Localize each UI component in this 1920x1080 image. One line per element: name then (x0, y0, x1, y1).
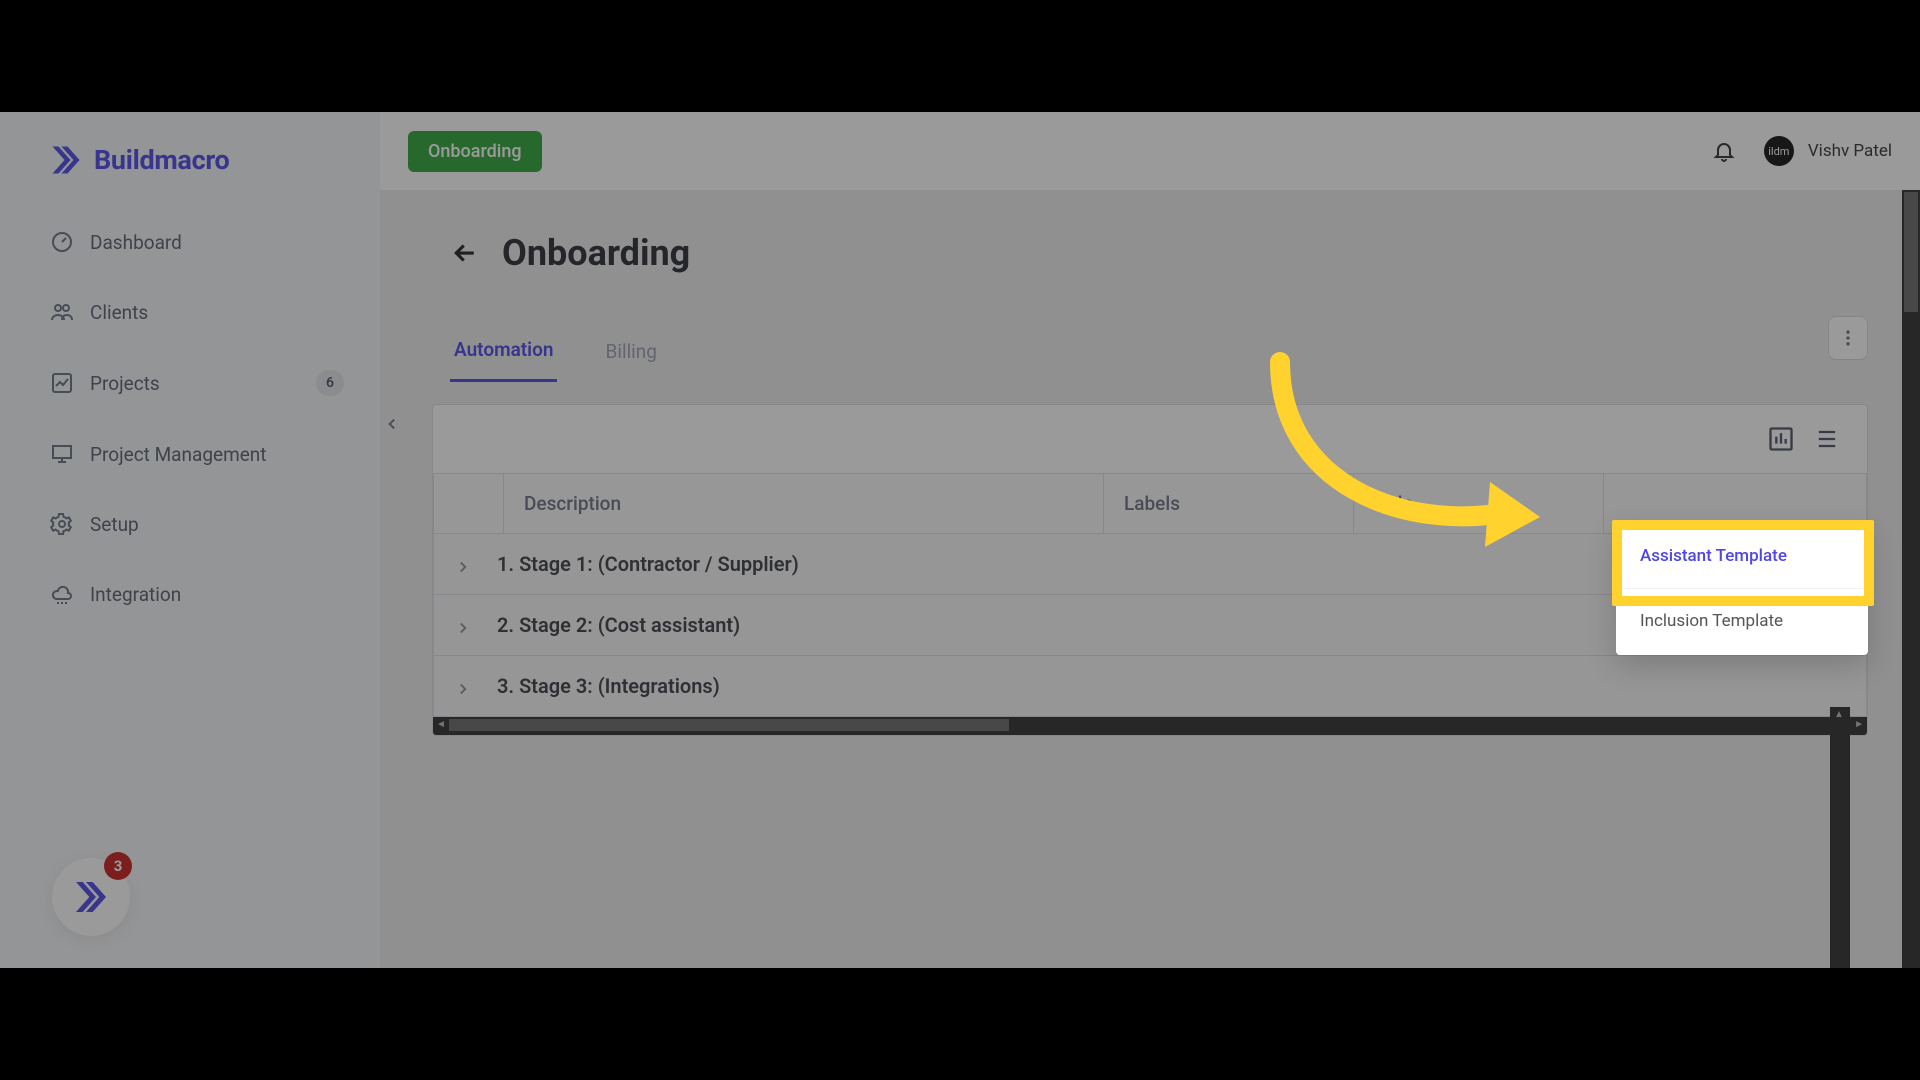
table-toolbar (433, 405, 1867, 473)
sidebar-item-project-management[interactable]: Project Management (42, 430, 352, 478)
col-expand (434, 474, 504, 534)
table-vertical-scrollbar[interactable]: ▲ ▼ (1830, 707, 1850, 968)
cloud-icon (50, 582, 74, 606)
chevron-right-icon (454, 557, 472, 575)
scroll-left-icon: ◄ (436, 719, 446, 730)
row-text: 3. Stage 3: (Integrations) (497, 674, 720, 698)
letterbox-top (0, 0, 1920, 112)
more-menu-button[interactable] (1828, 316, 1868, 360)
dropdown-item-inclusion-template[interactable]: Inclusion Template (1616, 589, 1868, 653)
sidebar-item-label: Setup (90, 513, 139, 536)
list-view-icon[interactable] (1813, 425, 1841, 453)
sidebar-item-label: Clients (90, 301, 148, 324)
brand-logo[interactable]: Buildmacro (48, 142, 352, 178)
sidebar-item-dashboard[interactable]: Dashboard (42, 218, 352, 266)
sidebar-item-clients[interactable]: Clients (42, 288, 352, 336)
sidebar-item-integration[interactable]: Integration (42, 570, 352, 618)
dropdown-item-assistant-template[interactable]: Assistant Template (1616, 524, 1868, 588)
help-bubble-count: 3 (104, 852, 132, 880)
chevron-right-icon (454, 679, 472, 697)
col-help: Help (1354, 474, 1604, 534)
gear-icon (50, 512, 74, 536)
scroll-up-icon: ▲ (1834, 709, 1844, 720)
sidebar-item-badge: 6 (316, 370, 344, 396)
chart-line-icon (50, 371, 74, 395)
onboarding-chip[interactable]: Onboarding (408, 131, 542, 172)
avatar[interactable]: ildm (1764, 136, 1794, 166)
tab-automation[interactable]: Automation (450, 326, 557, 382)
brand-name: Buildmacro (94, 144, 229, 176)
tabs: Automation Billing (380, 284, 1920, 382)
scroll-right-icon: ► (1854, 719, 1864, 730)
user-name[interactable]: Vishv Patel (1808, 141, 1892, 161)
col-description: Description (504, 474, 1104, 534)
chevron-right-icon (454, 618, 472, 636)
sidebar-item-setup[interactable]: Setup (42, 500, 352, 548)
main-content: Onboarding Automation Billing (380, 190, 1920, 968)
topbar: Onboarding ildm Vishv Patel (380, 112, 1920, 190)
page-title: Onboarding (502, 232, 690, 274)
scrollbar-thumb[interactable] (1904, 192, 1918, 312)
col-labels: Labels (1104, 474, 1354, 534)
app-viewport: Buildmacro Dashboard Clients Projects 6 (0, 112, 1920, 968)
bell-icon[interactable] (1712, 139, 1736, 163)
scrollbar-thumb[interactable] (449, 719, 1009, 731)
table-horizontal-scrollbar[interactable]: ◄ ► (433, 717, 1867, 735)
back-button[interactable] (450, 238, 480, 268)
tab-billing[interactable]: Billing (601, 328, 660, 381)
row-text: 2. Stage 2: (Cost assistant) (497, 613, 740, 637)
users-icon (50, 300, 74, 324)
gauge-icon (50, 230, 74, 254)
sidebar-item-projects[interactable]: Projects 6 (42, 358, 352, 408)
row-text: 1. Stage 1: (Contractor / Supplier) (497, 552, 799, 576)
sidebar: Buildmacro Dashboard Clients Projects 6 (0, 112, 380, 968)
chart-view-icon[interactable] (1767, 425, 1795, 453)
sidebar-item-label: Project Management (90, 443, 267, 466)
sidebar-item-label: Integration (90, 583, 181, 606)
brand-mark-icon (48, 142, 84, 178)
sidebar-item-label: Dashboard (90, 231, 182, 254)
brand-mark-icon (71, 877, 111, 917)
table-row[interactable]: 3. Stage 3: (Integrations) (434, 656, 1867, 717)
sidebar-item-label: Projects (90, 372, 160, 395)
help-bubble[interactable]: 3 (52, 858, 130, 936)
page-header: Onboarding (380, 190, 1920, 284)
presentation-icon (50, 442, 74, 466)
sidebar-collapse-toggle[interactable] (380, 412, 404, 436)
main-vertical-scrollbar[interactable] (1902, 190, 1920, 968)
template-dropdown: Assistant Template Inclusion Template (1616, 522, 1868, 655)
letterbox-bottom (0, 968, 1920, 1080)
